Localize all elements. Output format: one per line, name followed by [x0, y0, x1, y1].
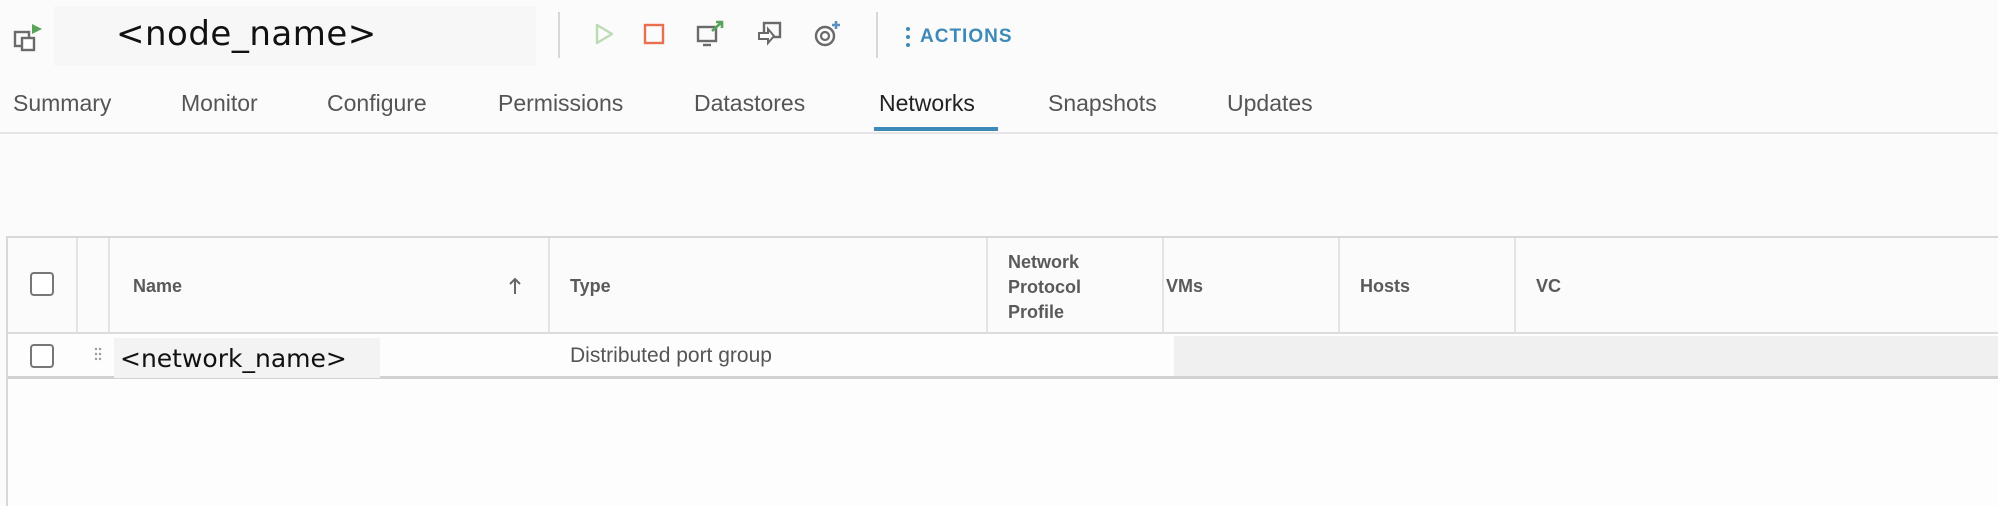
- network-name-link[interactable]: <network_name>: [120, 344, 347, 373]
- tab-summary[interactable]: Summary: [13, 90, 111, 117]
- tab-configure[interactable]: Configure: [327, 90, 427, 117]
- column-divider: [76, 238, 78, 332]
- migrate-button[interactable]: [756, 20, 788, 52]
- snapshot-button[interactable]: [812, 20, 844, 52]
- networks-datagrid: Name Type Network Protocol Profile VMs H…: [6, 236, 1998, 506]
- object-tabs: Summary Monitor Configure Permissions Da…: [0, 76, 1998, 132]
- column-divider: [1338, 238, 1340, 332]
- tabs-divider: [0, 132, 1998, 134]
- network-type-cell: Distributed port group: [570, 344, 772, 367]
- tab-datastores[interactable]: Datastores: [694, 90, 805, 117]
- drag-handle-icon[interactable]: [94, 346, 102, 361]
- column-divider: [108, 238, 110, 332]
- power-off-button[interactable]: [638, 20, 670, 52]
- column-header-label: Profile: [1008, 302, 1065, 322]
- select-all-checkbox[interactable]: [30, 272, 54, 296]
- column-divider: [986, 238, 988, 332]
- datagrid-header: Name Type Network Protocol Profile VMs H…: [8, 238, 1998, 334]
- tab-updates[interactable]: Updates: [1227, 90, 1313, 117]
- column-header-hosts[interactable]: Hosts: [1360, 276, 1410, 297]
- row-checkbox[interactable]: [30, 344, 54, 368]
- launch-console-icon: [695, 19, 725, 53]
- toolbar-divider: [876, 12, 878, 58]
- column-header-vc[interactable]: VC: [1536, 276, 1561, 297]
- vm-host-icon: [12, 20, 46, 54]
- column-header-vms[interactable]: VMs: [1166, 276, 1203, 297]
- tab-monitor[interactable]: Monitor: [181, 90, 258, 117]
- column-divider: [1162, 238, 1164, 332]
- object-header: <node_name> ACTIONS: [0, 0, 1998, 76]
- active-tab-indicator: [874, 127, 998, 131]
- column-header-label: Network: [1008, 252, 1080, 272]
- tab-networks[interactable]: Networks: [879, 90, 975, 117]
- column-divider: [548, 238, 550, 332]
- tab-permissions[interactable]: Permissions: [498, 90, 623, 117]
- launch-console-button[interactable]: [694, 20, 726, 52]
- page-title: <node_name>: [116, 14, 377, 54]
- actions-label: ACTIONS: [920, 26, 1013, 47]
- column-header-type[interactable]: Type: [570, 276, 611, 297]
- redacted-cells: [1174, 336, 1998, 376]
- snapshot-icon: [812, 19, 844, 53]
- column-divider: [1514, 238, 1516, 332]
- power-on-button[interactable]: [588, 20, 620, 52]
- more-vertical-icon: [906, 27, 910, 47]
- toolbar-divider: [558, 12, 560, 58]
- migrate-icon: [756, 19, 788, 53]
- power-on-icon: [593, 22, 615, 50]
- actions-menu-button[interactable]: ACTIONS: [906, 22, 1013, 52]
- sort-ascending-icon[interactable]: [508, 276, 522, 296]
- tab-snapshots[interactable]: Snapshots: [1048, 90, 1157, 117]
- column-header-name[interactable]: Name: [133, 276, 182, 297]
- table-row[interactable]: <network_name> Distributed port group: [8, 334, 1998, 379]
- power-off-icon: [642, 22, 666, 50]
- column-header-label: Protocol: [1008, 277, 1082, 297]
- column-header-network-protocol-profile[interactable]: Network Protocol Profile: [1008, 250, 1081, 325]
